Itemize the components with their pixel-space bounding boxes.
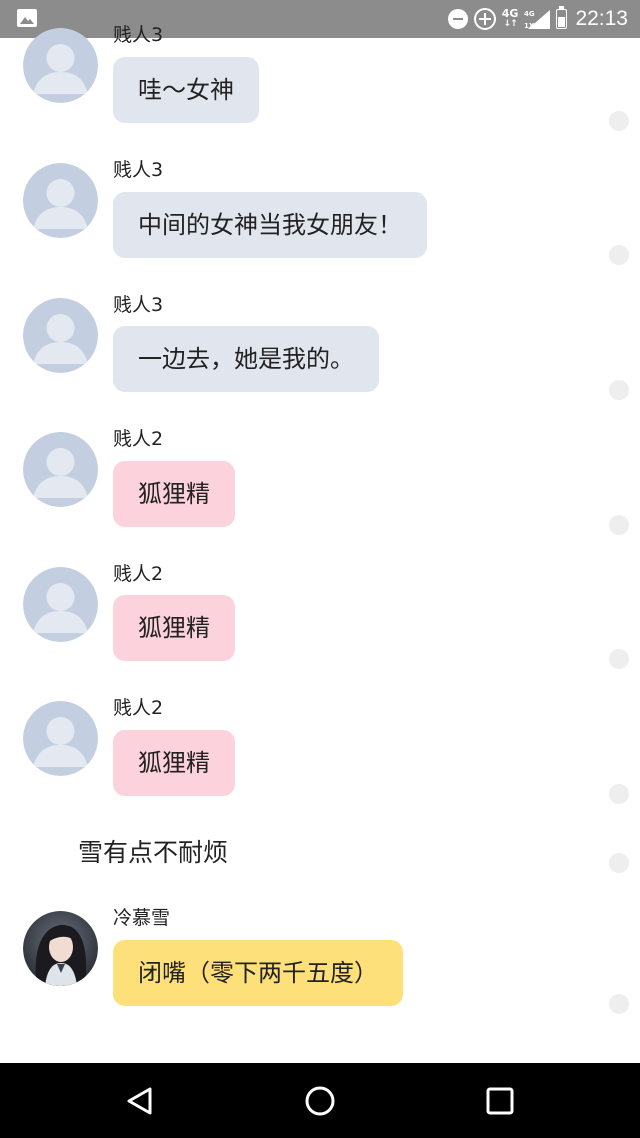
avatar[interactable] [23,567,98,642]
message-bubble[interactable]: 狐狸精 [113,461,235,527]
message-bubble[interactable]: 一边去，她是我的。 [113,326,379,392]
message-status-dot [609,111,629,131]
chat-screen: 4G ↓↑ 4G 1X 22:13 贱人3 哇～女神 贱人3 中间的女神当我女朋… [0,0,640,1138]
message-status-dot [609,515,629,535]
default-avatar-icon [23,163,98,238]
default-avatar-icon [23,432,98,507]
battery-fill [558,17,566,27]
avatar[interactable] [23,701,98,776]
signal-icon: 4G 1X [524,10,551,30]
status-bar: 4G ↓↑ 4G 1X 22:13 [0,0,640,38]
home-icon [305,1086,335,1116]
picture-icon [17,9,37,27]
recents-icon [486,1087,514,1115]
message-bubble[interactable]: 狐狸精 [113,730,235,796]
clock: 22:13 [575,7,628,30]
network-4g-icon: 4G ↓↑ [501,7,519,29]
home-button[interactable] [275,1063,365,1138]
message-bubble[interactable]: 中间的女神当我女朋友！ [113,192,427,258]
navigation-bar [0,1063,640,1138]
battery-icon [556,6,568,29]
sender-name: 贱人3 [113,24,164,46]
sender-name: 贱人3 [113,159,164,181]
recents-button[interactable] [455,1063,545,1138]
signal-bottom-label: 1X [524,22,535,30]
avatar[interactable] [23,432,98,507]
photo-avatar-icon [23,911,98,986]
avatar[interactable] [23,911,98,986]
message-status-dot [609,853,629,873]
sender-name: 贱人2 [113,428,164,450]
message-status-dot [609,245,629,265]
message-status-dot [609,649,629,669]
data-saver-icon [473,8,496,30]
signal-top-label: 4G [524,10,535,18]
dnd-icon [447,9,468,29]
back-button[interactable] [95,1063,185,1138]
network-arrows: ↓↑ [503,19,518,29]
sender-name: 冷慕雪 [113,907,171,929]
default-avatar-icon [23,567,98,642]
avatar[interactable] [23,163,98,238]
message-status-dot [609,380,629,400]
narration-text: 雪有点不耐烦 [78,838,229,867]
back-icon [127,1087,152,1115]
message-status-dot [609,784,629,804]
default-avatar-icon [23,298,98,373]
sender-name: 贱人2 [113,563,164,585]
sender-name: 贱人2 [113,697,164,719]
network-type-label: 4G [501,7,519,20]
default-avatar-icon [23,701,98,776]
message-bubble[interactable]: 哇～女神 [113,57,259,123]
sender-name: 贱人3 [113,294,164,316]
message-bubble[interactable]: 闭嘴（零下两千五度） [113,940,403,1006]
default-avatar-icon [23,28,98,103]
message-bubble[interactable]: 狐狸精 [113,595,235,661]
message-status-dot [609,994,629,1014]
avatar[interactable] [23,28,98,103]
avatar[interactable] [23,298,98,373]
